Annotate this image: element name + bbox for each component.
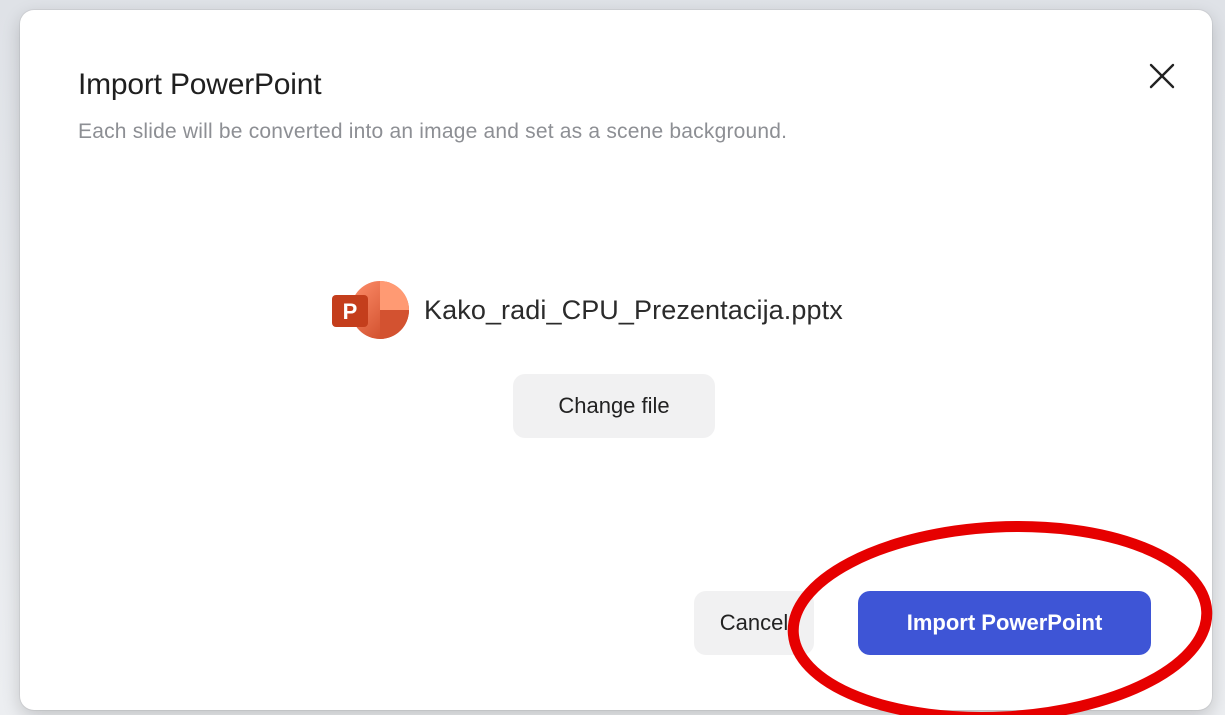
dialog-title: Import PowerPoint: [78, 68, 322, 101]
powerpoint-icon: P: [332, 280, 410, 340]
import-powerpoint-dialog: Import PowerPoint Each slide will be con…: [20, 10, 1212, 710]
file-name: Kako_radi_CPU_Prezentacija.pptx: [424, 294, 843, 325]
svg-text:P: P: [343, 299, 358, 324]
cancel-button[interactable]: Cancel: [694, 591, 814, 655]
dialog-subtitle: Each slide will be converted into an ima…: [78, 120, 788, 143]
import-powerpoint-button[interactable]: Import PowerPoint: [858, 591, 1151, 655]
close-button[interactable]: [1142, 56, 1182, 96]
selected-file: P Kako_radi_CPU_Prezentacija.pptx: [332, 280, 843, 340]
change-file-button[interactable]: Change file: [513, 374, 715, 438]
close-icon: [1149, 63, 1175, 89]
